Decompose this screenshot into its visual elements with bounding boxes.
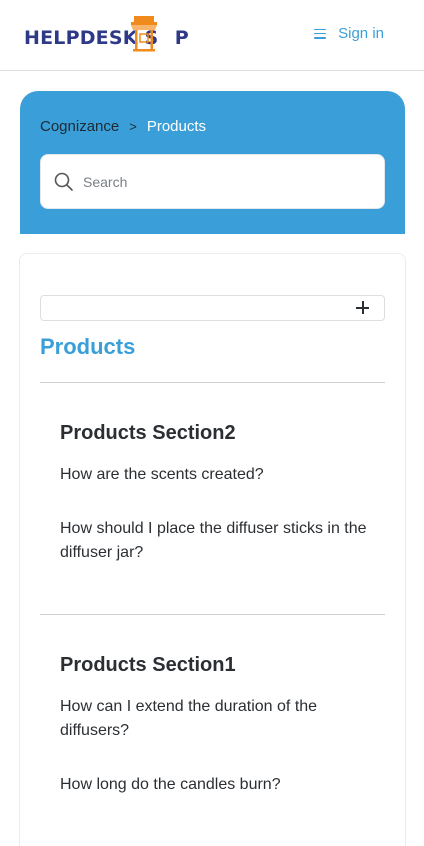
header-nav: Sign in bbox=[314, 25, 384, 42]
page-title: Products bbox=[40, 334, 136, 359]
sign-in-link[interactable]: Sign in bbox=[338, 25, 384, 42]
article-link[interactable]: How long do the candles burn? bbox=[60, 773, 370, 797]
search-icon bbox=[54, 172, 73, 191]
section-divider bbox=[40, 614, 385, 615]
article-link[interactable]: How can I extend the duration of the dif… bbox=[60, 695, 370, 743]
breadcrumb: Cognizance > Products bbox=[40, 118, 206, 135]
shop-storefront-icon bbox=[131, 16, 157, 52]
section-title[interactable]: Products Section1 bbox=[60, 654, 370, 677]
section-divider bbox=[40, 382, 385, 383]
hamburger-icon[interactable] bbox=[314, 28, 327, 39]
page: HELPDESK SOP Sign in Cognizance > Produc… bbox=[0, 0, 424, 846]
section-title[interactable]: Products Section2 bbox=[60, 422, 370, 445]
section-products-section1: Products Section1 How can I extend the d… bbox=[60, 654, 370, 827]
plus-icon bbox=[356, 301, 369, 314]
logo-wordmark: HELPDESK SOP bbox=[24, 27, 189, 49]
site-header: HELPDESK SOP Sign in bbox=[0, 0, 424, 71]
breadcrumb-item-products[interactable]: Products bbox=[147, 118, 206, 135]
breadcrumb-item-cognizance[interactable]: Cognizance bbox=[40, 118, 119, 135]
category-accordion-toggle[interactable] bbox=[40, 295, 385, 321]
article-link[interactable]: How are the scents created? bbox=[60, 463, 370, 487]
search-input[interactable] bbox=[83, 173, 363, 190]
helpdesk-shop-logo[interactable]: HELPDESK SOP bbox=[24, 16, 189, 54]
article-link[interactable]: How should I place the diffuser sticks i… bbox=[60, 517, 370, 565]
hero-banner: Cognizance > Products bbox=[20, 91, 405, 234]
category-card: Products Products Section2 How are the s… bbox=[19, 253, 406, 846]
section-products-section2: Products Section2 How are the scents cre… bbox=[60, 422, 370, 595]
breadcrumb-separator: > bbox=[129, 119, 137, 134]
search-box bbox=[40, 154, 385, 209]
